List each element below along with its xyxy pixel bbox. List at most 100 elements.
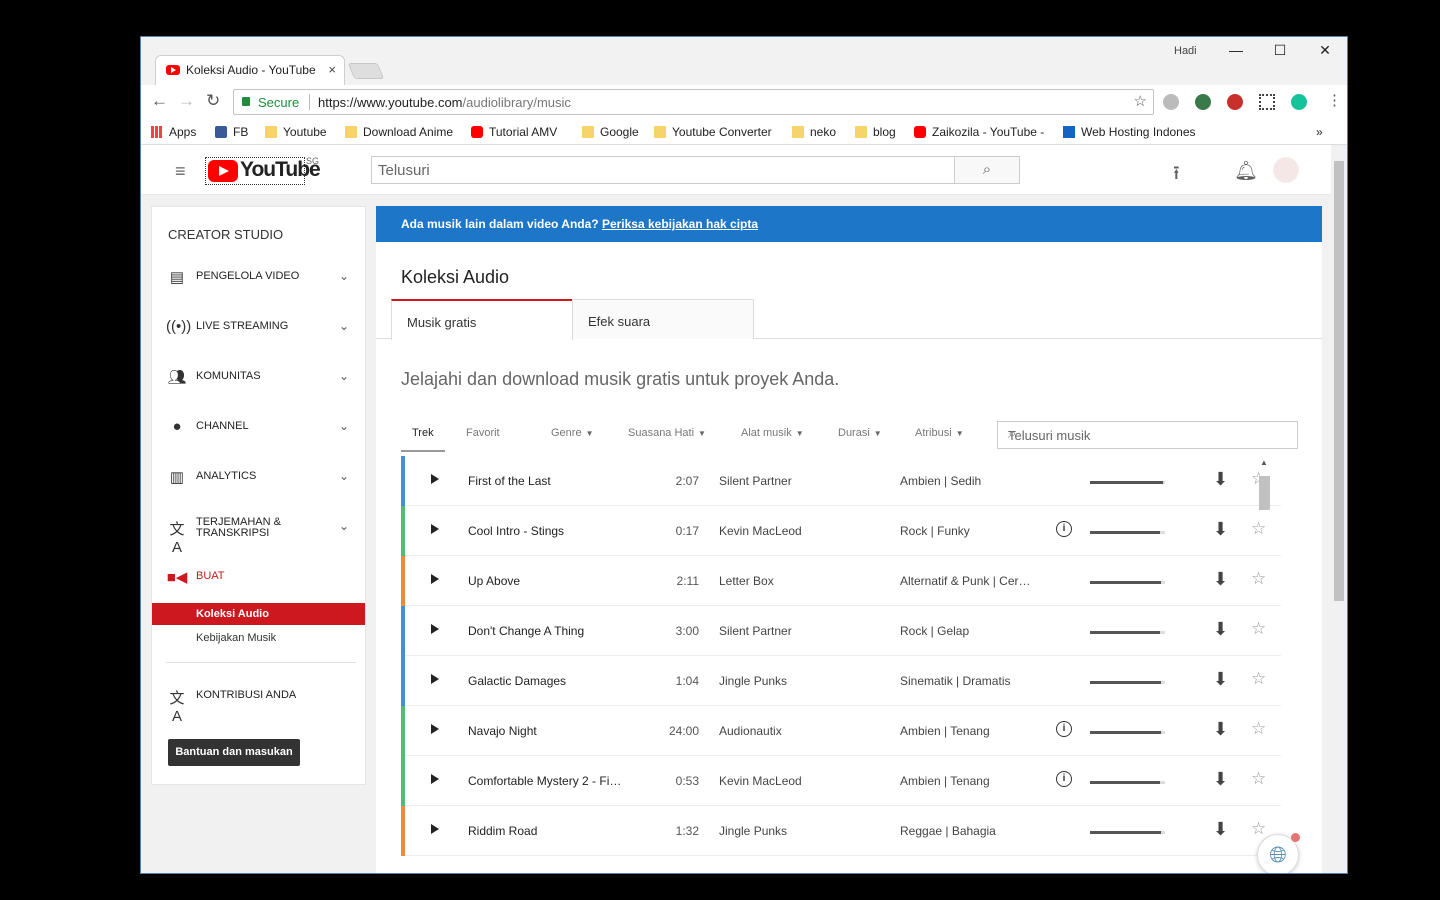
track-artist[interactable]: Jingle Punks (719, 674, 787, 688)
tab-close-icon[interactable]: × (328, 62, 336, 77)
qr-code-icon[interactable] (1259, 94, 1275, 110)
track-row[interactable]: Comfortable Mystery 2 - Fi… 0:53 Kevin Mac… (401, 756, 1281, 806)
track-artist[interactable]: Silent Partner (719, 624, 792, 638)
sidebar-subitem-music-policy[interactable]: Kebijakan Musik (152, 627, 365, 649)
track-artist[interactable]: Kevin MacLeod (719, 774, 802, 788)
bookmark-google[interactable]: Google (582, 125, 639, 139)
track-artist[interactable]: Kevin MacLeod (719, 524, 802, 538)
reload-icon[interactable]: ↻ (206, 91, 220, 111)
play-icon[interactable] (431, 824, 439, 834)
upload-icon[interactable]: ⭱ (1173, 159, 1180, 191)
track-artist[interactable]: Audionautix (719, 724, 782, 738)
grammarly-icon[interactable] (1291, 94, 1307, 110)
help-feedback-button[interactable]: Bantuan dan masukan (168, 739, 300, 766)
download-icon[interactable]: ⬇ (1213, 769, 1228, 790)
download-icon[interactable]: ⬇ (1213, 819, 1228, 840)
page-scroll-thumb[interactable] (1334, 161, 1344, 601)
bookmark-fb[interactable]: FB (215, 125, 248, 139)
filter-instrument[interactable]: Alat musik ▼ (741, 427, 804, 439)
track-row[interactable]: Cool Intro - Stings 0:17 Kevin MacLeod Rock… (401, 506, 1281, 556)
attribution-icon[interactable]: i (1056, 521, 1072, 537)
track-row[interactable]: Galactic Damages 1:04 Jingle Punks Sinemati… (401, 656, 1281, 706)
track-row[interactable]: Riddim Road 1:32 Jingle Punks Reggae | Baha… (401, 806, 1281, 856)
forward-arrow-icon[interactable]: → (178, 91, 195, 111)
maximize-button[interactable]: ☐ (1265, 42, 1295, 59)
more-bookmarks-icon[interactable]: » (1316, 125, 1323, 139)
filter-mood[interactable]: Suasana Hati ▼ (628, 427, 706, 439)
sidebar-item-channel[interactable]: ● CHANNEL ⌄ (152, 413, 365, 443)
search-button[interactable]: ⌕ (954, 156, 1020, 184)
sidebar-item-analytics[interactable]: ▥ ANALYTICS ⌄ (152, 463, 365, 493)
attribution-icon[interactable]: i (1056, 771, 1072, 787)
play-icon[interactable] (431, 774, 439, 784)
play-icon[interactable] (431, 674, 439, 684)
scroll-thumb[interactable] (1259, 476, 1270, 510)
filter-tracks[interactable]: Trek (412, 427, 434, 439)
bookmark-download-anime[interactable]: Download Anime (345, 125, 453, 139)
avatar[interactable] (1273, 157, 1299, 183)
extension-vpn-icon[interactable] (1195, 94, 1211, 110)
close-window-button[interactable]: ✕ (1310, 42, 1340, 59)
bookmark-web-hosting[interactable]: Web Hosting Indones (1063, 125, 1203, 139)
download-icon[interactable]: ⬇ (1213, 569, 1228, 590)
download-icon[interactable]: ⬇ (1213, 469, 1228, 490)
chrome-menu-icon[interactable]: ⋮ (1327, 91, 1342, 109)
play-icon[interactable] (431, 624, 439, 634)
scroll-up-icon[interactable]: ▲ (1260, 458, 1268, 467)
sidebar-item-translations[interactable]: 文A TERJEMAHAN & TRANSKRIPSI ⌄ (152, 513, 365, 557)
notifications-bell-icon[interactable]: 🔔︎ (1234, 159, 1258, 183)
attribution-icon[interactable]: i (1056, 721, 1072, 737)
play-icon[interactable] (431, 724, 439, 734)
youtube-logo[interactable]: YouTube SG (205, 156, 321, 185)
new-tab-button[interactable] (347, 63, 385, 79)
sidebar-item-contributions[interactable]: 文A KONTRIBUSI ANDA (152, 682, 365, 726)
tab-free-music[interactable]: Musik gratis (391, 299, 573, 340)
track-list-scrollbar[interactable]: ▲ ▼ (1256, 456, 1272, 873)
sidebar-item-create[interactable]: ■◀ BUAT (152, 563, 365, 593)
track-artist[interactable]: Silent Partner (719, 474, 792, 488)
filter-attribution[interactable]: Atribusi ▼ (915, 427, 964, 439)
track-artist[interactable]: Letter Box (719, 574, 774, 588)
back-arrow-icon[interactable]: ← (151, 91, 168, 111)
copyright-policy-link[interactable]: Periksa kebijakan hak cipta (602, 217, 758, 231)
profile-name[interactable]: Hadi (1174, 45, 1197, 57)
play-icon[interactable] (431, 574, 439, 584)
translate-globe-button[interactable]: 🌐︎ (1257, 833, 1300, 873)
tab-sound-effects[interactable]: Efek suara (572, 299, 754, 339)
play-icon[interactable] (431, 524, 439, 534)
extension-cloud-icon[interactable] (1163, 94, 1179, 110)
bookmark-tutorial-amv[interactable]: Tutorial AMV (471, 125, 557, 139)
search-input[interactable]: Telusuri (371, 156, 955, 184)
download-icon[interactable]: ⬇ (1213, 719, 1228, 740)
bookmark-youtube-converter[interactable]: Youtube Converter (654, 125, 772, 139)
download-icon[interactable]: ⬇ (1213, 519, 1228, 540)
play-icon[interactable] (431, 474, 439, 484)
bookmark-zaikozila[interactable]: Zaikozila - YouTube - (914, 125, 1044, 139)
download-icon[interactable]: ⬇ (1213, 669, 1228, 690)
filter-favorites[interactable]: Favorit (466, 427, 500, 439)
music-search-input[interactable]: Telusuri musik ⌕ (997, 421, 1298, 449)
minimize-button[interactable]: — (1221, 42, 1251, 58)
hamburger-menu-icon[interactable]: ≡ (175, 161, 186, 182)
adblock-icon[interactable] (1227, 94, 1243, 110)
download-icon[interactable]: ⬇ (1213, 619, 1228, 640)
sidebar-item-community[interactable]: 👥︎ KOMUNITAS ⌄ (152, 363, 365, 393)
track-row[interactable]: Navajo Night 24:00 Audionautix Ambien | Ten… (401, 706, 1281, 756)
bookmark-neko[interactable]: neko (792, 125, 836, 139)
sidebar-item-live-streaming[interactable]: ((•)) LIVE STREAMING ⌄ (152, 313, 365, 343)
sidebar-item-video-manager[interactable]: ▤ PENGELOLA VIDEO ⌄ (152, 263, 365, 293)
track-row[interactable]: Don't Change A Thing 3:00 Silent Partner Ro… (401, 606, 1281, 656)
bookmark-youtube[interactable]: Youtube (265, 125, 327, 139)
page-scrollbar[interactable] (1331, 145, 1347, 873)
filter-duration[interactable]: Durasi ▼ (838, 427, 882, 439)
sidebar-subitem-audio-library[interactable]: Koleksi Audio (152, 603, 365, 625)
bookmark-apps[interactable]: Apps (151, 125, 196, 139)
track-artist[interactable]: Jingle Punks (719, 824, 787, 838)
browser-tab[interactable]: Koleksi Audio - YouTube × (155, 55, 345, 85)
track-row[interactable]: First of the Last 2:07 Silent Partner Ambie… (401, 456, 1281, 506)
filter-genre[interactable]: Genre ▼ (551, 427, 594, 439)
bookmark-star-icon[interactable]: ☆ (1134, 92, 1147, 110)
track-row[interactable]: Up Above 2:11 Letter Box Alternatif & Punk … (401, 556, 1281, 606)
address-bar[interactable]: Secure https://www.youtube.com/audiolibr… (233, 89, 1154, 115)
bookmark-blog[interactable]: blog (855, 125, 896, 139)
